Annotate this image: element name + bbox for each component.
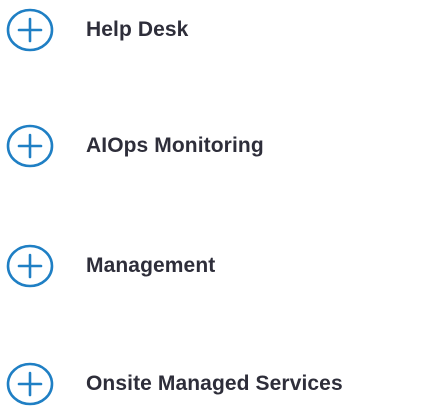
accordion-item-label: Help Desk xyxy=(86,18,189,41)
accordion-item-aiops-monitoring[interactable]: AIOps Monitoring xyxy=(6,124,264,168)
accordion-item-management[interactable]: Management xyxy=(6,244,215,288)
plus-circle-icon xyxy=(6,244,54,288)
accordion-item-help-desk[interactable]: Help Desk xyxy=(6,8,188,52)
accordion-item-label: Management xyxy=(86,254,216,277)
accordion-item-label: AIOps Monitoring xyxy=(86,134,264,157)
accordion-item-label: Onsite Managed Services xyxy=(86,372,343,395)
accordion-item-onsite-managed-services[interactable]: Onsite Managed Services xyxy=(6,362,343,406)
services-accordion: Help Desk AIOps Monitoring Management On… xyxy=(0,0,432,406)
plus-circle-icon xyxy=(6,124,54,168)
plus-circle-icon xyxy=(6,8,54,52)
plus-circle-icon xyxy=(6,362,54,406)
